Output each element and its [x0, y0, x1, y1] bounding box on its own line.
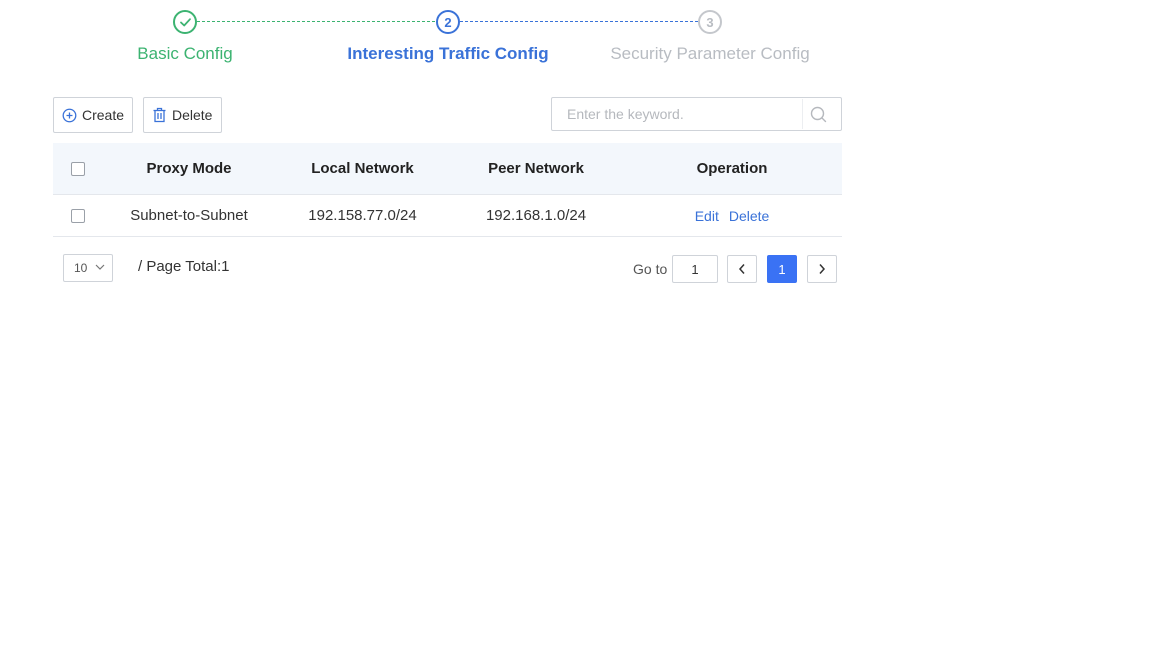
- step-2-label[interactable]: Interesting Traffic Config: [347, 44, 548, 64]
- column-header-local-network[interactable]: Local Network: [275, 143, 450, 194]
- table-row: Subnet-to-Subnet 192.158.77.0/24 192.168…: [53, 195, 842, 237]
- row-checkbox-cell: [53, 195, 103, 236]
- prev-page-button[interactable]: [727, 255, 757, 283]
- search-icon[interactable]: [810, 106, 827, 123]
- cell-peer-network: 192.168.1.0/24: [485, 207, 587, 224]
- page-button-current[interactable]: 1: [767, 255, 797, 283]
- step-3-label[interactable]: Security Parameter Config: [610, 44, 809, 64]
- step-3-indicator[interactable]: 3: [698, 10, 722, 34]
- goto-page-input[interactable]: [672, 255, 718, 283]
- page-size-value: 10: [74, 261, 88, 275]
- column-header-peer-network[interactable]: Peer Network: [450, 143, 622, 194]
- step-1-indicator[interactable]: [173, 10, 197, 34]
- step-2-indicator[interactable]: 2: [436, 10, 460, 34]
- header-checkbox-cell: [53, 143, 103, 194]
- step-2-number: 2: [444, 14, 452, 30]
- wizard-stepper: 2 3 Basic Config Interesting Traffic Con…: [0, 0, 900, 80]
- chevron-left-icon: [738, 264, 745, 274]
- delete-button-label: Delete: [172, 107, 213, 123]
- column-header-proxy-mode[interactable]: Proxy Mode: [103, 143, 275, 194]
- plus-circle-icon: [62, 108, 77, 122]
- step-1-label[interactable]: Basic Config: [137, 44, 232, 64]
- chevron-right-icon: [819, 264, 826, 274]
- delete-link[interactable]: Delete: [729, 208, 769, 224]
- table-header: Proxy Mode Local Network Peer Network Op…: [53, 143, 842, 195]
- cell-proxy-mode: Subnet-to-Subnet: [130, 207, 248, 224]
- ipsec-wizard-page: 2 3 Basic Config Interesting Traffic Con…: [0, 0, 1152, 648]
- interesting-traffic-table: Proxy Mode Local Network Peer Network Op…: [53, 143, 842, 237]
- search-divider: [802, 99, 803, 129]
- next-page-button[interactable]: [807, 255, 837, 283]
- create-button-label: Create: [81, 107, 124, 123]
- create-button[interactable]: Create: [53, 97, 133, 133]
- check-icon: [179, 17, 191, 26]
- page-size-select[interactable]: 10: [63, 254, 113, 282]
- chevron-down-icon: [95, 264, 105, 270]
- delete-button[interactable]: Delete: [143, 97, 222, 133]
- cell-operation: Edit Delete: [622, 195, 842, 236]
- column-header-operation: Operation: [696, 160, 768, 177]
- step-3-number: 3: [706, 14, 714, 30]
- trash-icon: [153, 107, 166, 123]
- select-all-checkbox[interactable]: [71, 161, 85, 176]
- search-box: [551, 97, 842, 131]
- step-connector-2: [460, 21, 698, 22]
- step-connector-1: [197, 21, 435, 22]
- search-input[interactable]: [552, 98, 802, 130]
- edit-link[interactable]: Edit: [695, 208, 719, 224]
- goto-label: Go to: [633, 261, 668, 277]
- cell-local-network: 192.158.77.0/24: [308, 207, 417, 224]
- page-total-text: / Page Total:1: [138, 258, 230, 275]
- row-checkbox[interactable]: [71, 208, 85, 223]
